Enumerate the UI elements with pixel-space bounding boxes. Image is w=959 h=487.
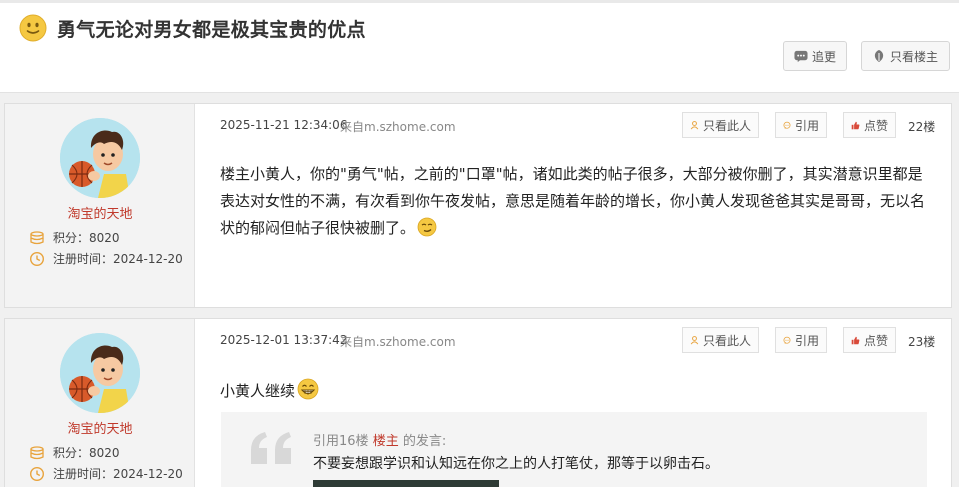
smirk-emoji-icon [417, 217, 437, 237]
points-row: 积分：8020 [29, 444, 120, 461]
avatar[interactable] [60, 333, 140, 413]
quote-suffix: 的发言: [402, 434, 447, 449]
post-time: 2025-12-01 13:37:42 [220, 333, 348, 347]
points-text: 积分：8020 [53, 231, 120, 245]
avatar-cartoon-boy [60, 118, 140, 198]
post-header: 2025-11-21 12:34:06 来自m.szhome.com 只看此人 … [195, 104, 951, 144]
only-this-user-label: 只看此人 [702, 118, 751, 133]
coins-icon [30, 445, 44, 459]
post-content: 小黄人继续 [220, 378, 932, 405]
quote-button[interactable]: 引用 [775, 327, 827, 353]
username[interactable]: 淘宝的天地 [5, 418, 195, 437]
user-icon [690, 121, 699, 130]
clock-icon [29, 251, 45, 266]
register-row: 注册时间：2024-12-20 [29, 250, 183, 267]
follow-label: 追更 [811, 49, 836, 64]
quote-prefix: 引用16楼 [313, 434, 369, 449]
register-row: 注册时间：2024-12-20 [29, 465, 183, 482]
username[interactable]: 淘宝的天地 [5, 203, 195, 222]
points-row: 积分：8020 [29, 229, 120, 246]
post-header: 2025-12-01 13:37:42 来自m.szhome.com 只看此人 … [195, 319, 951, 359]
post-time: 2025-11-21 12:34:06 [220, 118, 348, 132]
quote-label: 引用 [794, 118, 819, 133]
grin-emoji-icon [297, 378, 319, 400]
like-button[interactable]: 点赞 [843, 112, 896, 138]
smile-emoji-icon [19, 14, 47, 42]
post-content: 楼主小黄人，你的"勇气"帖，之前的"口罩"帖，诸如此类的帖子很多，大部分被你删了… [220, 161, 932, 242]
coins-icon [30, 230, 44, 244]
thread-header: 勇气无论对男女都是极其宝贵的优点 追更 只看楼主 [0, 0, 959, 93]
thread-title: 勇气无论对男女都是极其宝贵的优点 [57, 19, 366, 41]
only-this-user-button[interactable]: 只看此人 [682, 112, 759, 138]
like-button[interactable]: 点赞 [843, 327, 896, 353]
quote-icon [783, 336, 791, 344]
thumbs-up-icon [851, 336, 860, 344]
quote-block: 引用16楼 楼主 的发言: 不要妄想跟学识和认知远在你之上的人打笔仗，那等于以卵… [221, 412, 927, 487]
floor-number: 22楼 [908, 120, 936, 134]
like-label: 点赞 [863, 333, 888, 348]
author-sidebar: 淘宝的天地 积分：8020 注册时间：2024-12-20 [5, 319, 195, 487]
quote-header: 引用16楼 楼主 的发言: [313, 430, 446, 449]
post-23: 淘宝的天地 积分：8020 注册时间：2024-12-20 2025-12-01… [4, 318, 952, 487]
quote-label: 引用 [794, 333, 819, 348]
only-this-user-button[interactable]: 只看此人 [682, 327, 759, 353]
post-text: 小黄人继续 [220, 382, 296, 400]
author-sidebar: 淘宝的天地 积分：8020 注册时间：2024-12-20 [5, 104, 195, 307]
quote-icon [783, 121, 791, 129]
register-text: 注册时间：2024-12-20 [53, 467, 183, 481]
avatar-cartoon-boy [60, 333, 140, 413]
thumbs-up-icon [851, 121, 860, 129]
only-this-user-label: 只看此人 [702, 333, 751, 348]
only-op-label: 只看楼主 [890, 49, 939, 64]
clock-icon [29, 466, 45, 481]
top-divider [0, 0, 959, 3]
chat-bubble-icon [794, 50, 808, 62]
floor-number: 23楼 [908, 335, 936, 349]
quote-text: 不要妄想跟学识和认知远在你之上的人打笔仗，那等于以卵击石。 [313, 456, 719, 472]
points-text: 积分：8020 [53, 446, 120, 460]
post-text: 楼主小黄人，你的"勇气"帖，之前的"口罩"帖，诸如此类的帖子很多，大部分被你删了… [220, 165, 926, 237]
quote-mark-icon [251, 432, 291, 464]
like-label: 点赞 [863, 118, 888, 133]
follow-button[interactable]: 追更 [783, 41, 847, 71]
quote-image-thumbnail[interactable] [313, 480, 499, 487]
quote-author[interactable]: 楼主 [373, 434, 399, 449]
post-source[interactable]: 来自m.szhome.com [340, 118, 456, 135]
register-text: 注册时间：2024-12-20 [53, 252, 183, 266]
post-22: 淘宝的天地 积分：8020 注册时间：2024-12-20 2025-11-21… [4, 103, 952, 308]
quote-button[interactable]: 引用 [775, 112, 827, 138]
leaf-icon [874, 50, 884, 62]
user-icon [690, 336, 699, 345]
avatar[interactable] [60, 118, 140, 198]
only-op-button[interactable]: 只看楼主 [861, 41, 950, 71]
post-source[interactable]: 来自m.szhome.com [340, 333, 456, 350]
